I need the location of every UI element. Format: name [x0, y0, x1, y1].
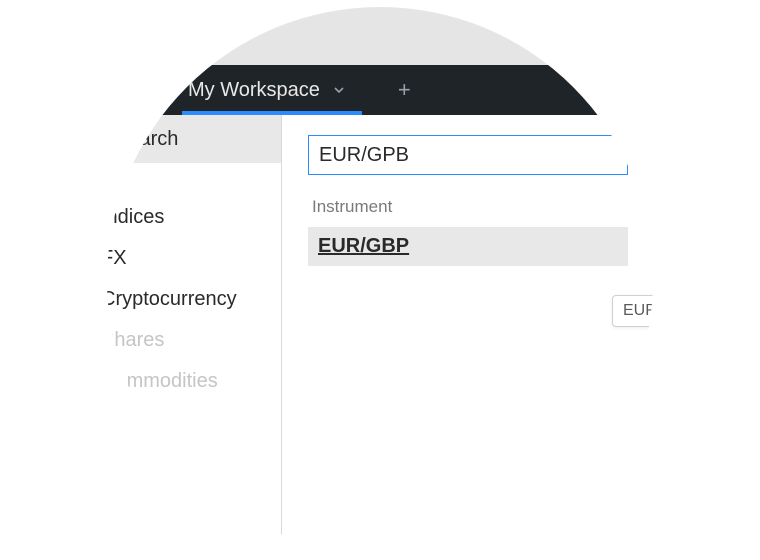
section-label-instrument: Instrument: [312, 197, 653, 217]
workspace-tab[interactable]: My Workspace: [182, 65, 362, 115]
sidebar-item-cryptocurrency[interactable]: Cryptocurrency: [107, 279, 281, 320]
sidebar-item-fx[interactable]: FX: [107, 238, 281, 279]
sidebar-item-commodities[interactable]: Commodities: [107, 361, 281, 402]
search-icon: [107, 127, 111, 152]
sidebar-item-shares[interactable]: Shares: [107, 320, 281, 361]
instrument-search-input[interactable]: [308, 135, 628, 175]
content-panel: Instrument EUR/GBP EUR: [282, 115, 653, 553]
app-window: My Workspace + Search Indices F: [107, 65, 653, 553]
workspace-tab-label: My Workspace: [188, 79, 320, 102]
instrument-tooltip: EUR: [612, 295, 653, 327]
sidebar-search[interactable]: Search: [107, 115, 281, 163]
add-tab-button[interactable]: +: [390, 73, 419, 107]
search-label: Search: [115, 128, 178, 151]
search-result-item[interactable]: EUR/GBP: [308, 227, 628, 266]
category-list: Indices FX Cryptocurrency Shares Commodi…: [107, 163, 281, 402]
sidebar-item-indices[interactable]: Indices: [107, 197, 281, 238]
plus-icon: +: [398, 77, 411, 102]
main-area: Search Indices FX Cryptocurrency Shares …: [107, 115, 653, 553]
chevron-down-icon[interactable]: [334, 85, 344, 95]
title-bar: My Workspace +: [107, 65, 653, 115]
preview-circle: My Workspace + Search Indices F: [107, 7, 653, 553]
sidebar: Search Indices FX Cryptocurrency Shares …: [107, 115, 282, 553]
